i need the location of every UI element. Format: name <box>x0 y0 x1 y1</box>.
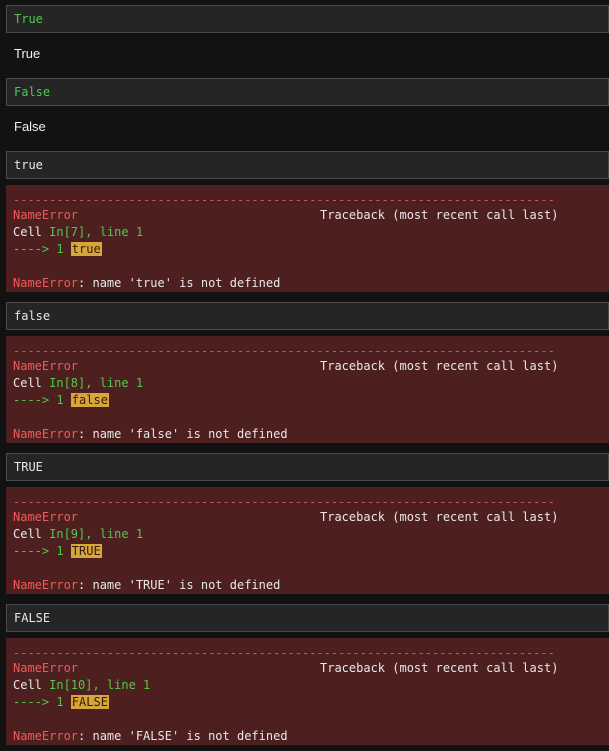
code-cell-input-4[interactable]: false <box>6 302 609 330</box>
cell-reference: In[9], line 1 <box>49 527 144 541</box>
cell-output-2: False <box>14 119 46 134</box>
error-output-3: ----------------------------------------… <box>6 185 609 292</box>
code-cell-input-5[interactable]: TRUE <box>6 453 609 481</box>
error-message: : name 'TRUE' is not defined <box>78 578 281 592</box>
cell-reference: In[7], line 1 <box>49 225 144 239</box>
cell-label: Cell <box>13 527 50 541</box>
cell-reference: In[10], line 1 <box>49 678 151 692</box>
cell-input-text: FALSE <box>14 611 51 625</box>
cell-label: Cell <box>13 225 50 239</box>
traceback-header: Traceback (most recent call last) <box>320 661 559 675</box>
traceback-divider: ----------------------------------------… <box>13 344 555 358</box>
error-name: NameError <box>13 276 79 290</box>
traceback-header: Traceback (most recent call last) <box>320 208 559 222</box>
cell-output-1: True <box>14 46 41 61</box>
error-code-highlight: TRUE <box>70 544 102 558</box>
code-cell-input-6[interactable]: FALSE <box>6 604 609 632</box>
traceback-arrow: ----> 1 <box>13 393 71 407</box>
error-message: : name 'true' is not defined <box>78 276 281 290</box>
cell-input-text: true <box>14 158 43 172</box>
traceback-arrow: ----> 1 <box>13 695 71 709</box>
traceback-header: Traceback (most recent call last) <box>320 510 559 524</box>
error-name: NameError <box>13 427 79 441</box>
error-code-highlight: FALSE <box>70 695 109 709</box>
error-code-highlight: true <box>70 242 102 256</box>
error-name: NameError <box>13 661 79 675</box>
traceback-divider: ----------------------------------------… <box>13 193 555 207</box>
cell-input-text: TRUE <box>14 460 43 474</box>
traceback-arrow: ----> 1 <box>13 242 71 256</box>
error-name: NameError <box>13 729 79 743</box>
error-message: : name 'false' is not defined <box>78 427 288 441</box>
traceback-header: Traceback (most recent call last) <box>320 359 559 373</box>
cell-label: Cell <box>13 678 50 692</box>
cell-reference: In[8], line 1 <box>49 376 144 390</box>
traceback-divider: ----------------------------------------… <box>13 495 555 509</box>
error-name: NameError <box>13 510 79 524</box>
error-name: NameError <box>13 208 79 222</box>
cell-input-text: False <box>14 85 51 99</box>
error-code-highlight: false <box>70 393 109 407</box>
cell-input-text: false <box>14 309 51 323</box>
traceback-divider: ----------------------------------------… <box>13 646 555 660</box>
error-name: NameError <box>13 578 79 592</box>
error-output-6: ----------------------------------------… <box>6 638 609 745</box>
traceback-arrow: ----> 1 <box>13 544 71 558</box>
cell-input-text: True <box>14 12 43 26</box>
code-cell-input-3[interactable]: true <box>6 151 609 179</box>
code-cell-input-2[interactable]: False <box>6 78 609 106</box>
cell-label: Cell <box>13 376 50 390</box>
error-name: NameError <box>13 359 79 373</box>
error-output-4: ----------------------------------------… <box>6 336 609 443</box>
error-output-5: ----------------------------------------… <box>6 487 609 594</box>
error-message: : name 'FALSE' is not defined <box>78 729 288 743</box>
code-cell-input-1[interactable]: True <box>6 5 609 33</box>
